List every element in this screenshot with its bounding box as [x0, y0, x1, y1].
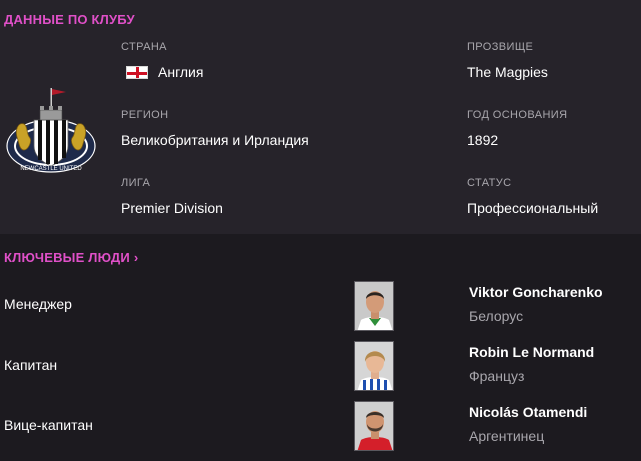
club-details-panel: ДАННЫЕ ПО КЛУБУ NEWCASTLE UNITED СТРАНА …: [0, 0, 641, 234]
country-value[interactable]: Англия: [158, 64, 203, 80]
status-value: Профессиональный: [467, 200, 599, 216]
league-value[interactable]: Premier Division: [121, 200, 223, 216]
region-value: Великобритания и Ирландия: [121, 132, 309, 148]
founded-label: ГОД ОСНОВАНИЯ: [467, 109, 568, 121]
role-manager: Менеджер: [4, 296, 72, 312]
nickname-label: ПРОЗВИЩЕ: [467, 41, 534, 53]
club-crest-icon: NEWCASTLE UNITED: [6, 88, 96, 173]
manager-name[interactable]: Viktor Goncharenko: [469, 284, 603, 300]
manager-photo[interactable]: [354, 281, 394, 331]
vice-captain-name[interactable]: Nicolás Otamendi: [469, 404, 587, 420]
status-label: СТАТУС: [467, 177, 512, 189]
captain-nationality: Француз: [469, 368, 525, 384]
manager-nationality: Белорус: [469, 308, 524, 324]
captain-photo[interactable]: [354, 341, 394, 391]
club-details-title: ДАННЫЕ ПО КЛУБУ: [4, 12, 135, 27]
chevron-right-icon: ›: [133, 250, 139, 265]
nickname-value: The Magpies: [467, 64, 548, 80]
svg-text:NEWCASTLE UNITED: NEWCASTLE UNITED: [20, 166, 82, 172]
manager-portrait-icon: [355, 282, 393, 330]
vice-captain-portrait-icon: [355, 402, 393, 450]
region-label: РЕГИОН: [121, 109, 169, 121]
role-vice-captain: Вице-капитан: [4, 417, 93, 433]
vice-captain-photo[interactable]: [354, 401, 394, 451]
key-people-link[interactable]: КЛЮЧЕВЫЕ ЛЮДИ ›: [4, 250, 138, 265]
captain-name[interactable]: Robin Le Normand: [469, 344, 594, 360]
country-label: СТРАНА: [121, 41, 167, 53]
key-people-title: КЛЮЧЕВЫЕ ЛЮДИ: [4, 250, 130, 265]
league-label: ЛИГА: [121, 177, 151, 189]
vice-captain-nationality: Аргентинец: [469, 428, 545, 444]
role-captain: Капитан: [4, 357, 58, 373]
founded-value: 1892: [467, 132, 499, 148]
england-flag-icon: [126, 66, 148, 79]
captain-portrait-icon: [355, 342, 393, 390]
